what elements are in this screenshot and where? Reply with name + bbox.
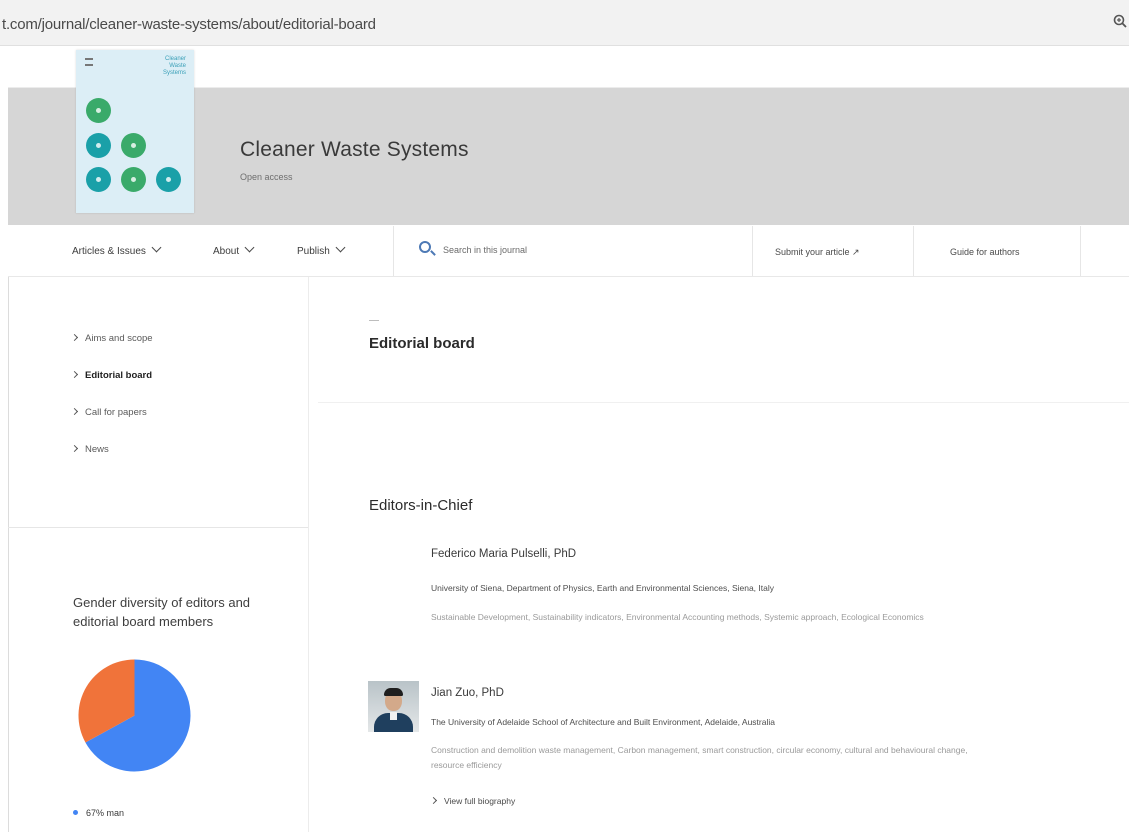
journal-cover[interactable]: Cleaner Waste Systems (76, 50, 194, 213)
cover-dot (121, 167, 146, 192)
address-bar[interactable]: t.com/journal/cleaner-waste-systems/abou… (0, 0, 1129, 46)
cover-dot (86, 133, 111, 158)
chevron-right-icon (70, 370, 79, 379)
editor-photo (368, 681, 419, 732)
nav-publish[interactable]: Publish (297, 242, 346, 257)
nav-divider (1080, 226, 1081, 276)
editor-affiliation: The University of Adelaide School of Arc… (431, 717, 775, 727)
title-rule (369, 320, 379, 321)
menu-icon[interactable] (85, 58, 93, 66)
photo-hair (384, 688, 403, 696)
editor-keywords: Construction and demolition waste manage… (431, 745, 968, 770)
sidebar-divider (8, 527, 308, 528)
cover-title: Cleaner Waste Systems (162, 56, 186, 76)
journal-subtitle: Open access (240, 172, 293, 182)
editor-keywords: Sustainable Development, Sustainability … (431, 612, 924, 622)
editor-name: Federico Maria Pulselli, PhD (431, 548, 577, 560)
sidebar-item-news[interactable]: News (70, 444, 109, 455)
cover-dot (156, 167, 181, 192)
sidebar-item-aims-scope[interactable]: Aims and scope (70, 333, 153, 344)
cover-dot (121, 133, 146, 158)
cover-dot (86, 98, 111, 123)
page-title: Editorial board (369, 335, 475, 352)
nav-articles-issues[interactable]: Articles & Issues (72, 242, 162, 257)
photo-collar (390, 712, 397, 720)
gender-pie-chart (78, 659, 191, 772)
chevron-right-icon (70, 333, 79, 342)
nav-divider (752, 226, 753, 276)
legend-swatch (73, 810, 78, 815)
editor-affiliation: University of Siena, Department of Physi… (431, 583, 774, 593)
editor-name: Jian Zuo, PhD (431, 687, 504, 699)
search-icon[interactable] (419, 241, 431, 253)
chart-legend: 67% man (73, 808, 124, 818)
url-text[interactable]: t.com/journal/cleaner-waste-systems/abou… (2, 16, 376, 33)
nav-divider (393, 226, 394, 276)
chevron-right-icon (70, 407, 79, 416)
zoom-icon[interactable] (1113, 14, 1127, 30)
sidebar-item-editorial-board[interactable]: Editorial board (70, 370, 152, 381)
sidebar-item-call-for-papers[interactable]: Call for papers (70, 407, 147, 418)
chevron-right-icon (70, 444, 79, 453)
submit-article-button[interactable]: Submit your article ↗ (775, 247, 860, 258)
gender-diversity-title: Gender diversity of editors and editoria… (73, 595, 251, 629)
section-title: Editors-in-Chief (369, 497, 473, 514)
view-biography-link[interactable]: View full biography (429, 796, 515, 806)
sidebar-separator (308, 277, 309, 832)
main-separator (318, 402, 1129, 403)
cover-dot (86, 167, 111, 192)
chevron-right-icon (429, 796, 438, 805)
guide-for-authors-button[interactable]: Guide for authors (950, 247, 1020, 257)
search-input[interactable] (443, 242, 723, 258)
nav-divider (913, 226, 914, 276)
nav-about[interactable]: About (213, 242, 255, 257)
journal-title[interactable]: Cleaner Waste Systems (240, 138, 469, 162)
